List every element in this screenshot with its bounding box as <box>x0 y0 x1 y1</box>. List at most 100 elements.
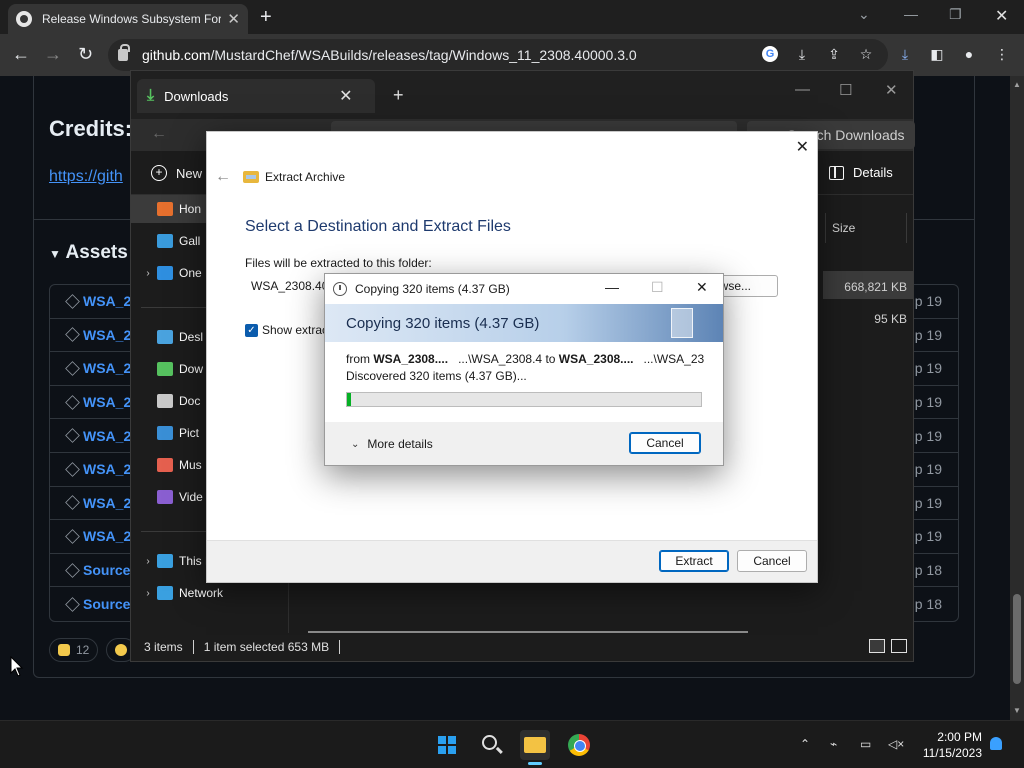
assets-heading[interactable]: ▼ Assets <box>49 242 128 264</box>
document-icon <box>671 308 693 338</box>
menu-icon[interactable]: ⋮ <box>994 46 1010 62</box>
scroll-down-icon[interactable]: ▼ <box>1013 706 1021 715</box>
explorer-maximize-icon[interactable]: ☐ <box>839 81 852 99</box>
new-tab-button[interactable]: + <box>260 6 272 29</box>
dialog-heading: Select a Destination and Extract Files <box>245 218 511 235</box>
copy-source-destination: from WSA_2308.... ...\WSA_2308.4 to WSA_… <box>346 352 704 366</box>
more-details-toggle[interactable]: ⌄ More details <box>351 437 433 451</box>
taskbar: ⌃ ⌁ ▭ ◁× 2:00 PM 11/15/2023 <box>0 720 1024 768</box>
package-icon <box>65 428 80 444</box>
package-icon <box>65 529 80 544</box>
mouse-cursor-icon <box>10 656 24 677</box>
pictures-icon <box>157 426 173 440</box>
download-arrow-icon: ⤓ <box>147 87 155 104</box>
copy-banner-text: Copying 320 items (4.37 GB) <box>346 315 540 332</box>
thumbs-up-reaction[interactable]: 12 <box>49 638 99 662</box>
taskbar-chrome[interactable] <box>564 730 594 760</box>
asset-date: p 19 <box>914 494 942 511</box>
credits-link[interactable]: https://gith <box>49 168 123 186</box>
explorer-close-icon[interactable]: ✕ <box>885 81 898 99</box>
asset-date: p 19 <box>914 528 942 545</box>
taskbar-file-explorer[interactable] <box>520 730 550 760</box>
nav-item[interactable]: › Network <box>131 579 289 607</box>
copy-progress-dialog: Copying 320 items (4.37 GB) — ☐ ✕ Copyin… <box>324 273 724 466</box>
reaction-count: 12 <box>76 643 90 657</box>
reload-icon[interactable]: ↻ <box>78 44 93 65</box>
new-button[interactable]: + New <box>151 165 202 181</box>
close-icon[interactable]: ✕ <box>796 137 809 157</box>
size-cell[interactable]: 95 KB <box>823 303 913 331</box>
display-icon[interactable]: ▭ <box>860 737 871 751</box>
asset-name-link[interactable]: Source <box>83 596 130 612</box>
notification-bell-icon[interactable] <box>990 737 1002 750</box>
bookmark-star-icon[interactable]: ☆ <box>858 46 874 62</box>
videos-icon <box>157 490 173 504</box>
copy-cancel-button[interactable]: Cancel <box>629 432 701 454</box>
minimize-icon[interactable]: — <box>904 6 918 22</box>
nav-item-label: Pict <box>179 426 200 440</box>
nav-item-label: Gall <box>179 234 201 248</box>
profile-icon[interactable]: ● <box>961 46 977 62</box>
browser-tab[interactable]: Release Windows Subsystem For Android ✕ <box>8 4 248 34</box>
close-tab-icon[interactable]: ✕ <box>339 86 352 106</box>
size-cell-selected[interactable]: 668,821 KB <box>823 271 913 299</box>
package-icon <box>65 327 80 343</box>
clock-icon <box>333 282 347 296</box>
close-window-icon[interactable]: ✕ <box>995 6 1008 26</box>
explorer-back-icon[interactable]: ← <box>151 125 167 143</box>
nav-item-label: Dow <box>179 362 204 376</box>
back-icon[interactable]: ← <box>12 44 30 65</box>
tray-overflow-chevron-icon[interactable]: ⌃ <box>800 737 810 751</box>
back-arrow-icon[interactable]: ← <box>215 168 231 186</box>
explorer-tab-downloads[interactable]: ⤓ Downloads ✕ <box>137 79 375 113</box>
install-icon[interactable]: ⤓ <box>794 46 810 62</box>
tiles-view-icon[interactable] <box>891 639 907 653</box>
asset-name-link[interactable]: Source <box>83 562 130 578</box>
restore-icon[interactable]: ❐ <box>949 6 962 23</box>
file-zip-icon <box>65 596 80 612</box>
lock-icon[interactable] <box>118 44 130 61</box>
destination-path-input[interactable]: WSA_2308.400 <box>245 274 327 298</box>
expand-chevron-icon[interactable]: › <box>139 556 157 567</box>
downloads-icon[interactable]: ⤓ <box>897 46 913 62</box>
github-favicon-icon <box>16 11 32 27</box>
extract-button[interactable]: Extract <box>659 550 729 572</box>
forward-icon[interactable]: → <box>44 44 62 65</box>
onedrive-icon <box>157 266 173 280</box>
close-icon[interactable]: ✕ <box>696 279 708 296</box>
volume-muted-icon[interactable]: ◁× <box>888 737 904 751</box>
page-scrollbar[interactable]: ▲ ▼ <box>1010 76 1024 720</box>
share-icon[interactable]: ⇪ <box>826 46 842 62</box>
details-button[interactable]: Details <box>829 165 893 180</box>
google-lens-icon[interactable]: G <box>762 46 778 62</box>
taskbar-clock[interactable]: 2:00 PM 11/15/2023 <box>914 729 982 761</box>
explorer-new-tab-button[interactable]: + <box>393 85 404 106</box>
nav-item-label: Network <box>179 586 224 600</box>
explorer-tab-title: Downloads <box>164 88 229 104</box>
network-off-icon[interactable]: ⌁ <box>830 737 837 751</box>
chrome-icon <box>568 734 590 756</box>
side-panel-icon[interactable]: ◧ <box>929 46 945 62</box>
show-extracted-checkbox[interactable]: ✓ Show extract <box>245 323 331 337</box>
details-view-icon[interactable] <box>869 639 885 653</box>
destination-link[interactable]: WSA_2308.... <box>559 352 634 366</box>
expand-chevron-icon[interactable]: › <box>139 588 157 599</box>
explorer-minimize-icon[interactable]: — <box>795 81 810 98</box>
scroll-up-icon[interactable]: ▲ <box>1013 80 1021 89</box>
progress-fill <box>347 393 351 406</box>
tab-search-chevron-icon[interactable]: ⌄ <box>858 6 870 23</box>
search-button[interactable] <box>476 730 506 760</box>
scrollbar-thumb[interactable] <box>1013 594 1021 684</box>
downloads-folder-icon <box>157 362 173 376</box>
close-tab-icon[interactable]: ✕ <box>227 10 240 28</box>
minimize-icon[interactable]: — <box>605 279 619 295</box>
cancel-button[interactable]: Cancel <box>737 550 807 572</box>
start-button[interactable] <box>432 730 462 760</box>
expand-chevron-icon[interactable]: › <box>139 268 157 279</box>
package-icon <box>65 461 80 477</box>
discovered-status: Discovered 320 items (4.37 GB)... <box>346 369 527 383</box>
nav-item-label: Doc <box>179 394 201 408</box>
zip-folder-icon <box>243 171 259 183</box>
column-header-size[interactable]: Size <box>825 213 907 243</box>
source-link[interactable]: WSA_2308.... <box>373 352 448 366</box>
